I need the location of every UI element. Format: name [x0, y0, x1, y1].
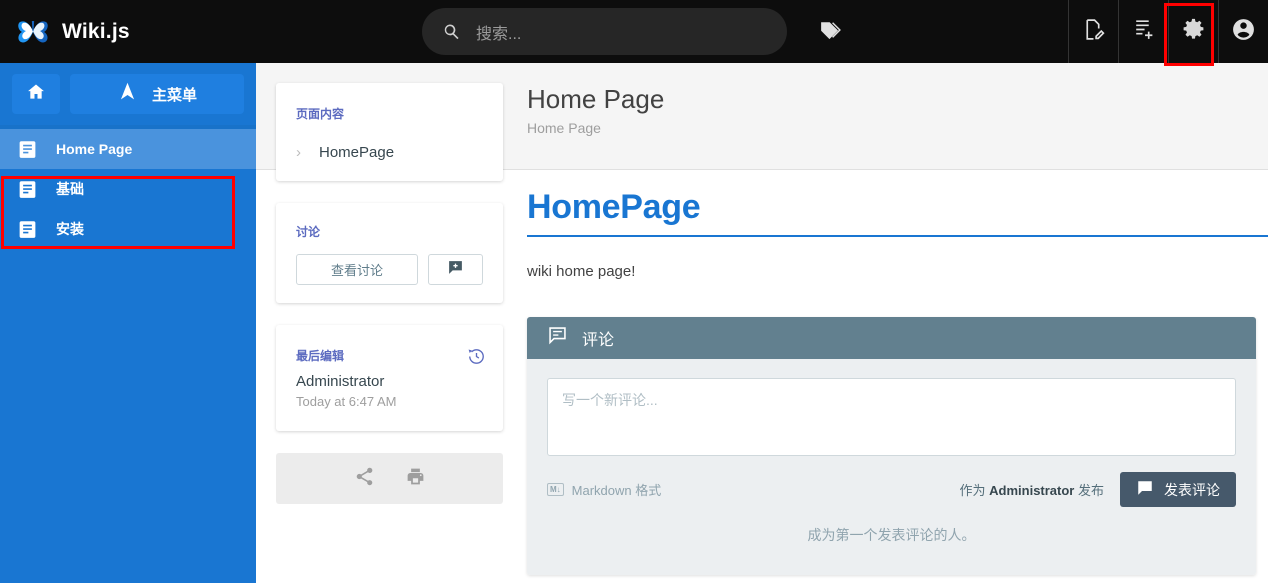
toc-label: 页面内容 [296, 107, 345, 121]
tag-icon [818, 17, 843, 47]
post-comment-button[interactable]: 发表评论 [1120, 472, 1236, 507]
butterfly-logo-icon [16, 15, 50, 49]
post-as-user: Administrator [989, 483, 1075, 498]
last-edited-card: 最后编辑 Administrator Today at 6:47 AM [276, 325, 503, 431]
markdown-hint-label: Markdown 格式 [571, 483, 662, 498]
sidebar-item-label: 基础 [56, 181, 84, 197]
left-sidebar: 主菜单 Home Page 基础 安装 [0, 63, 256, 583]
browse-tags-button[interactable] [809, 11, 851, 53]
sidebar-top-controls: 主菜单 [0, 63, 256, 125]
article-paragraph: wiki home page! [527, 263, 636, 280]
top-bar-actions [1068, 0, 1268, 63]
new-page-button[interactable] [1119, 0, 1168, 63]
sidebar-item-anzhuang[interactable]: 安装 [0, 209, 256, 249]
page-info-column: 页面内容 › HomePage 讨论 查看讨论 最后编辑 Administrat… [276, 83, 503, 504]
brand-home-link[interactable]: Wiki.js [0, 15, 256, 49]
share-icon[interactable] [354, 466, 375, 492]
toc-item-label: HomePage [319, 144, 395, 161]
print-icon[interactable] [405, 466, 426, 492]
no-comments-message: 成为第一个发表评论的人。 [807, 527, 976, 543]
gear-icon [1181, 17, 1206, 47]
comment-icon [1136, 479, 1154, 500]
discussion-actions: 查看讨论 [296, 254, 483, 285]
brand-title: Wiki.js [62, 19, 130, 43]
post-as-label: 作为 Administrator 发布 [960, 480, 1104, 499]
last-edited-date: Today at 6:47 AM [296, 394, 397, 409]
comment-plus-icon [447, 259, 464, 281]
account-circle-icon [1231, 17, 1256, 47]
account-button[interactable] [1219, 0, 1268, 63]
page-title: Home Page [527, 84, 665, 114]
search-placeholder: 搜索... [476, 25, 522, 43]
toc-item[interactable]: › HomePage [296, 144, 483, 161]
markdown-hint: M↓ Markdown 格式 [547, 480, 661, 499]
page-icon [17, 139, 38, 160]
page-icon [17, 179, 38, 200]
post-as-suffix: 发布 [1074, 483, 1104, 498]
article-heading: HomePage [527, 170, 1268, 237]
markdown-icon: M↓ [547, 483, 564, 496]
article-content: HomePage wiki home page! [527, 170, 1268, 280]
sidebar-main-menu-button[interactable]: 主菜单 [70, 74, 244, 114]
comments-header: 评论 [527, 317, 1256, 359]
comment-text-icon [547, 325, 568, 351]
history-icon[interactable] [467, 347, 486, 371]
chevron-right-icon: › [296, 144, 301, 161]
sidebar-item-label: 安装 [56, 221, 84, 237]
sidebar-item-label: Home Page [56, 141, 133, 157]
table-of-contents-card: 页面内容 › HomePage [276, 83, 503, 181]
search-icon [442, 22, 462, 42]
discussion-card: 讨论 查看讨论 [276, 203, 503, 303]
page-edit-icon [1081, 17, 1106, 47]
edit-page-button[interactable] [1069, 0, 1118, 63]
search-input[interactable]: 搜索... [422, 8, 787, 55]
admin-settings-button[interactable] [1169, 0, 1218, 63]
page-add-icon [1131, 17, 1156, 47]
new-discussion-button[interactable] [428, 254, 483, 285]
comments-section: 评论 写一个新评论... M↓ Markdown 格式 作为 Administr… [527, 317, 1256, 575]
home-icon [26, 82, 46, 107]
page-tools-card [276, 453, 503, 504]
navigation-icon [117, 81, 138, 107]
wiki-app-window: Wiki.js 搜索... 主菜单 Home Page 基础 安装 Home P… [0, 0, 1268, 583]
sidebar-item-home-page[interactable]: Home Page [0, 129, 256, 169]
post-as-prefix: 作为 [959, 483, 990, 498]
comments-body: 写一个新评论... M↓ Markdown 格式 作为 Administrato… [527, 359, 1256, 575]
new-comment-textarea[interactable]: 写一个新评论... [547, 378, 1236, 456]
search-area: 搜索... [422, 8, 787, 55]
sidebar-main-menu-label: 主菜单 [151, 86, 197, 104]
top-navigation-bar: Wiki.js 搜索... [0, 0, 1268, 63]
page-subtitle: Home Page [527, 120, 601, 136]
comments-title: 评论 [582, 332, 615, 349]
page-icon [17, 219, 38, 240]
post-comment-label: 发表评论 [1164, 481, 1220, 498]
sidebar-item-jichu[interactable]: 基础 [0, 169, 256, 209]
last-edited-author: Administrator [296, 373, 385, 390]
view-discussion-button[interactable]: 查看讨论 [296, 254, 418, 285]
comment-footer: M↓ Markdown 格式 作为 Administrator 发布 发表评论 [547, 472, 1236, 507]
last-edited-label: 最后编辑 [296, 349, 345, 363]
discussion-label: 讨论 [296, 225, 321, 239]
sidebar-home-button[interactable] [12, 74, 60, 114]
